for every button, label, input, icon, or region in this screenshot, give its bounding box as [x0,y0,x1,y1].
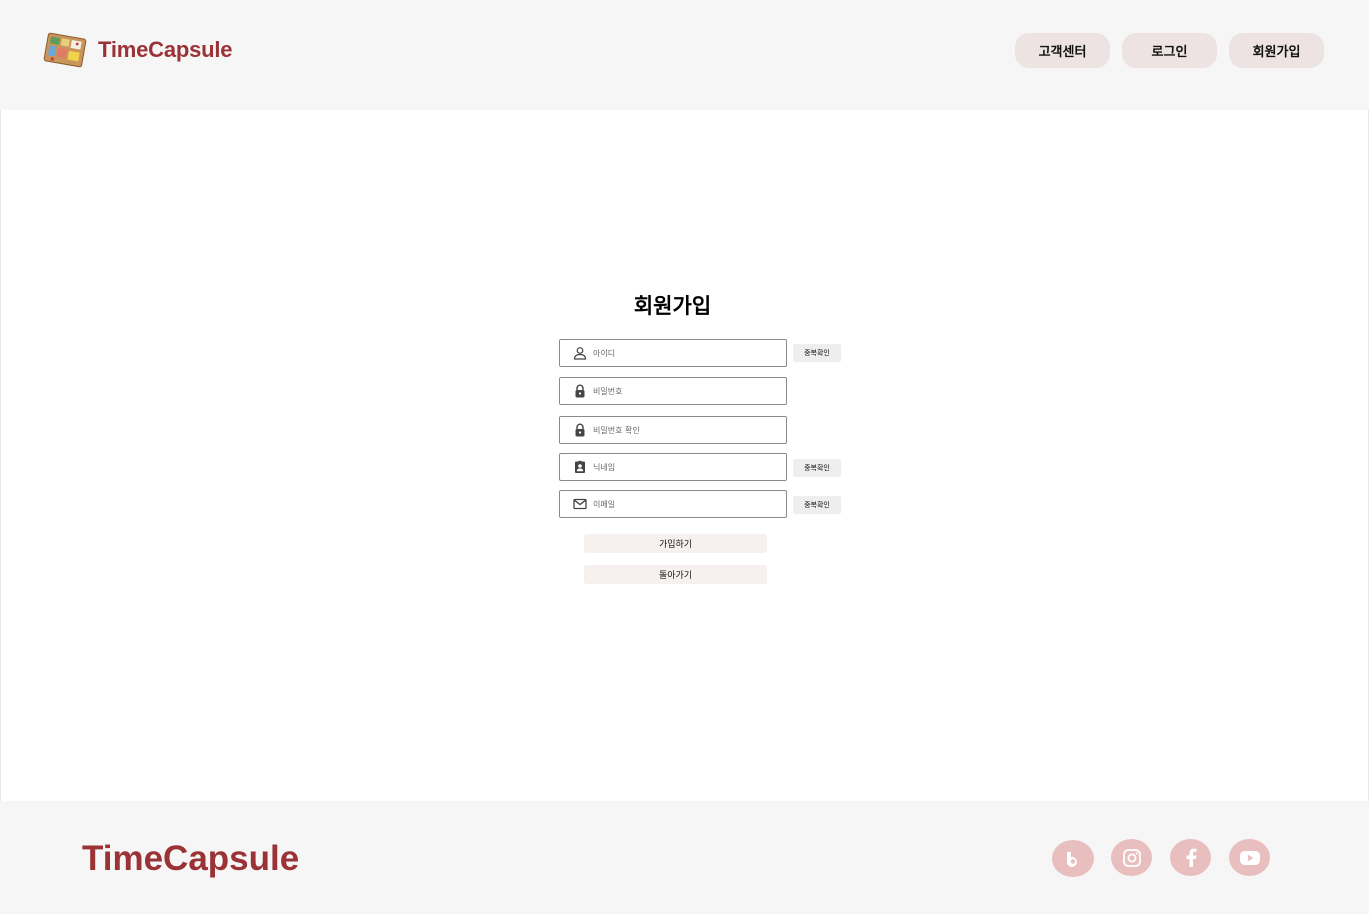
logo[interactable]: TimeCapsule [42,30,233,70]
instagram-icon[interactable] [1111,839,1152,876]
back-button[interactable]: 돌아가기 [584,565,767,584]
mail-icon [573,497,587,511]
submit-signup-button[interactable]: 가입하기 [584,534,767,553]
id-input[interactable] [593,348,786,358]
password-field[interactable] [559,377,787,405]
email-input[interactable] [593,499,786,509]
badge-icon [573,460,587,474]
logo-text: TimeCapsule [98,37,233,62]
nickname-duplicate-check-button[interactable]: 중복확인 [793,459,841,477]
lock-icon [573,384,587,398]
password-input[interactable] [593,386,786,396]
page-title: 회원가입 [633,294,712,318]
id-duplicate-check-button[interactable]: 중복확인 [793,344,841,362]
password-confirm-input[interactable] [593,425,786,435]
signup-nav-button[interactable]: 회원가입 [1229,33,1324,68]
footer-logo-text[interactable]: TimeCapsule [82,839,299,879]
time-capsule-logo-icon [43,32,87,68]
lock-icon [573,423,587,437]
nickname-input[interactable] [593,462,786,472]
email-duplicate-check-button[interactable]: 중복확인 [793,496,841,514]
blog-icon[interactable] [1052,840,1094,877]
customer-center-button[interactable]: 고객센터 [1015,33,1110,68]
facebook-icon[interactable] [1170,839,1211,876]
login-button[interactable]: 로그인 [1122,33,1217,68]
nickname-field[interactable] [559,453,787,481]
password-confirm-field[interactable] [559,416,787,444]
youtube-icon[interactable] [1229,839,1270,876]
id-field[interactable] [559,339,787,367]
footer: TimeCapsule [0,801,1369,914]
email-field[interactable] [559,490,787,518]
user-icon [573,346,587,360]
header: TimeCapsule 고객센터 로그인 회원가입 [0,0,1369,110]
